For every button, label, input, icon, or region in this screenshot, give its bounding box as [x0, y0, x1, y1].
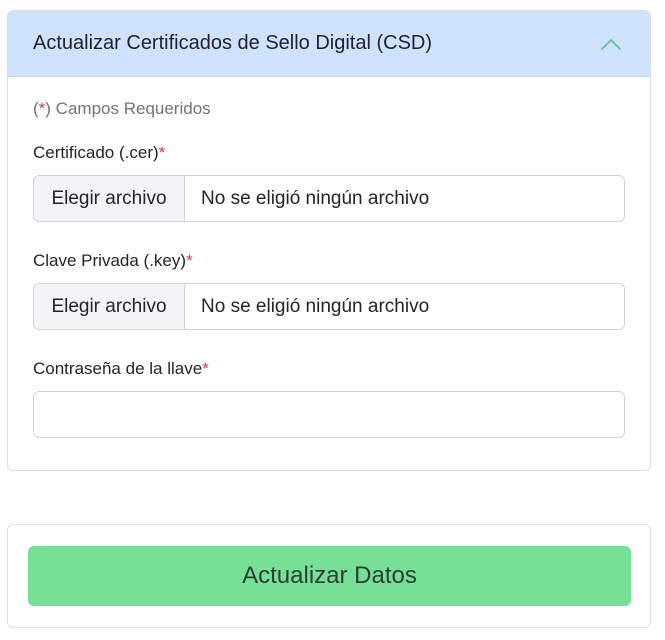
private-key-label-text: Clave Privada (.key) — [33, 251, 187, 270]
update-data-button[interactable]: Actualizar Datos — [28, 546, 631, 606]
private-key-file-status: No se eligió ningún archivo — [201, 295, 430, 317]
csd-card: Actualizar Certificados de Sello Digital… — [7, 10, 651, 471]
required-star: * — [202, 359, 209, 378]
card-header[interactable]: Actualizar Certificados de Sello Digital… — [8, 11, 650, 77]
certificate-file-status: No se eligió ningún archivo — [201, 187, 430, 209]
private-key-label: Clave Privada (.key)* — [33, 251, 625, 271]
required-star: * — [186, 251, 193, 270]
card-body: (*) Campos Requeridos Certificado (.cer)… — [8, 77, 650, 438]
certificate-file-input[interactable]: Elegir archivo No se eligió ningún archi… — [33, 175, 625, 222]
required-star: * — [158, 143, 166, 162]
footer-card: Actualizar Datos — [7, 524, 651, 628]
chevron-up-icon[interactable] — [598, 34, 624, 54]
password-label: Contraseña de la llave* — [33, 359, 625, 379]
password-label-text: Contraseña de la llave — [33, 359, 203, 378]
certificate-label: Certificado (.cer)* — [33, 143, 625, 163]
private-key-file-input[interactable]: Elegir archivo No se eligió ningún archi… — [33, 283, 625, 330]
required-fields-note: (*) Campos Requeridos — [33, 99, 625, 119]
card-title: Actualizar Certificados de Sello Digital… — [33, 32, 433, 54]
choose-private-key-button[interactable]: Elegir archivo — [34, 284, 185, 329]
choose-certificate-button[interactable]: Elegir archivo — [34, 176, 185, 221]
key-password-input[interactable] — [33, 391, 625, 438]
required-note-text: ) Campos Requeridos — [45, 99, 211, 118]
certificate-label-text: Certificado (.cer) — [33, 143, 159, 162]
